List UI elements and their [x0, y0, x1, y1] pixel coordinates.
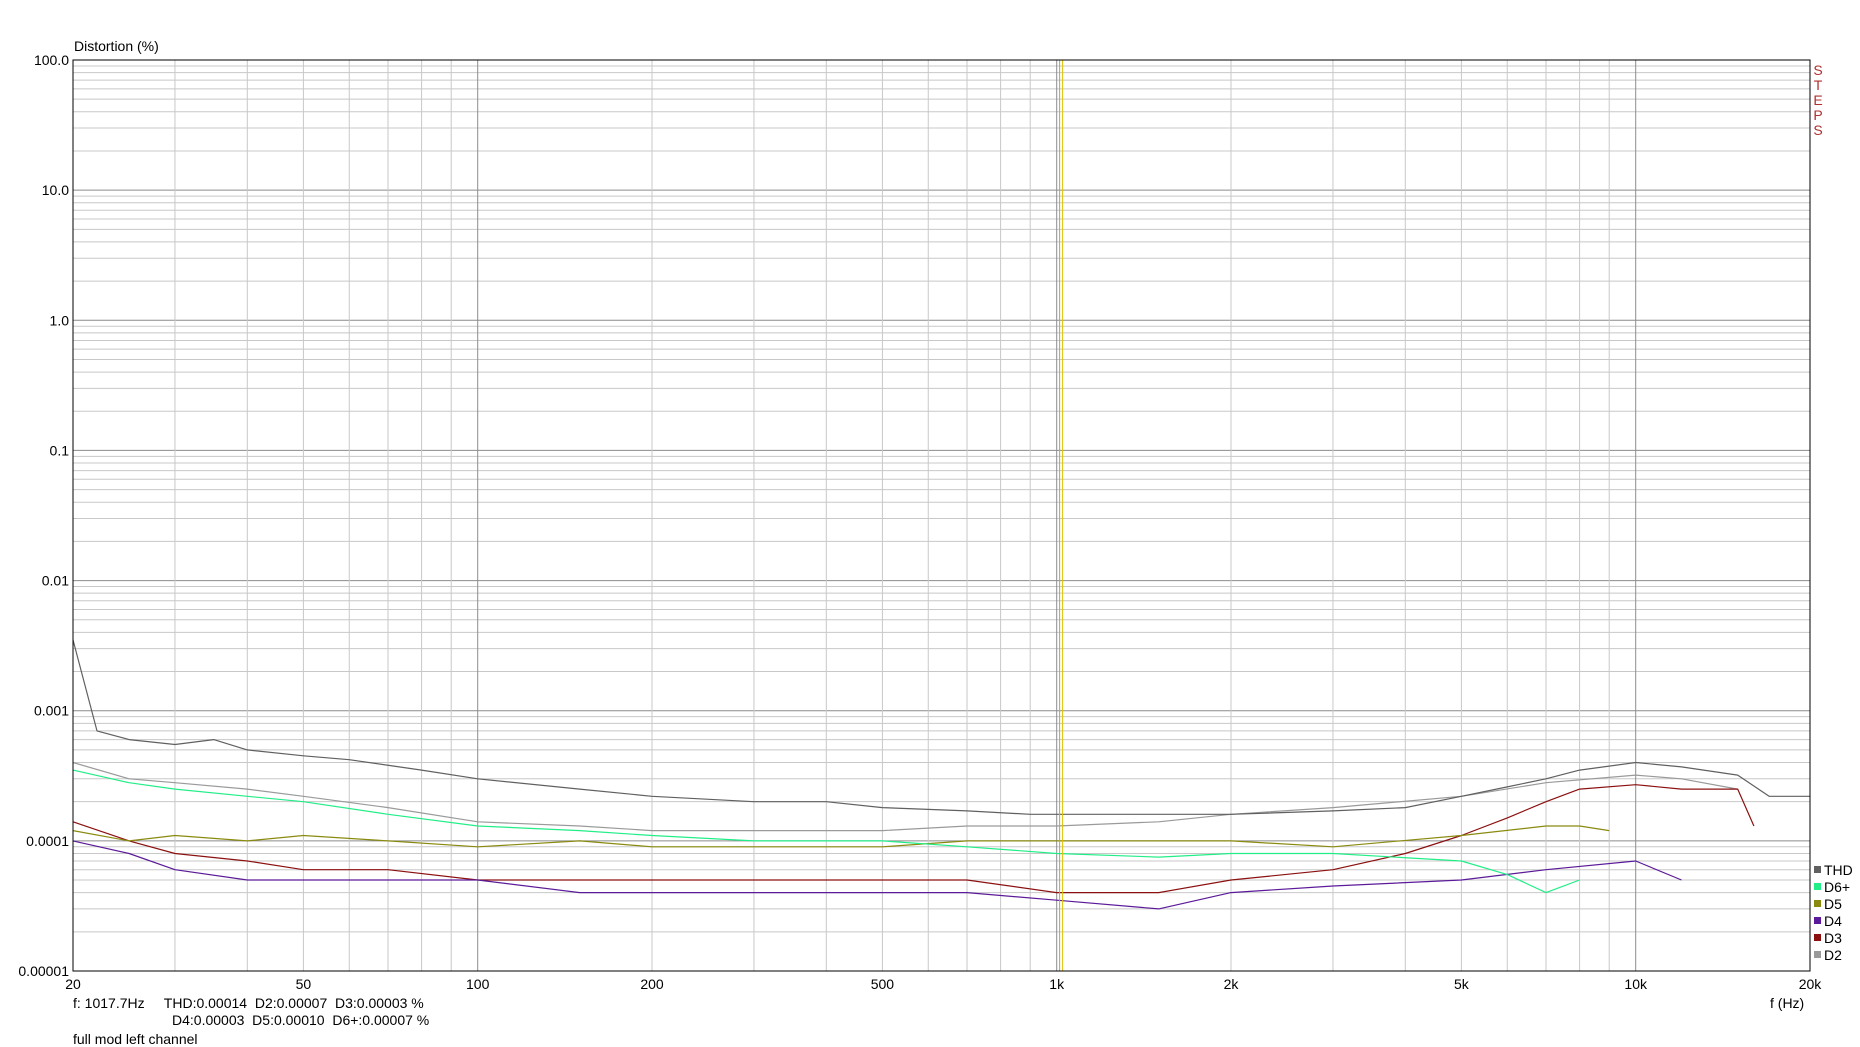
brand-letter: S	[1813, 122, 1822, 138]
y-tick-labels: 100.0 10.0 1.0 0.1 0.01 0.001 0.0001 0.00001	[18, 52, 69, 979]
y-tick-label: 0.00001	[18, 963, 69, 979]
legend-label-D3: D3	[1824, 930, 1842, 946]
y-axis-label: Distortion (%)	[74, 38, 159, 54]
brand-letter: T	[1814, 77, 1823, 93]
x-tick-label: 200	[640, 976, 664, 992]
brand-label: STEPS	[1813, 62, 1822, 138]
x-tick-label: 1k	[1049, 976, 1065, 992]
y-tick-label: 0.01	[42, 573, 69, 589]
series-layer	[72, 639, 1810, 910]
distortion-chart: 100.0 10.0 1.0 0.1 0.01 0.001 0.0001 0.00001 20…	[18, 52, 1853, 992]
brand-letter: P	[1813, 107, 1822, 123]
legend-swatch-D2	[1814, 951, 1821, 958]
x-tick-label: 20	[65, 976, 81, 992]
series-line-D3	[72, 784, 1755, 894]
y-tick-label: 100.0	[34, 52, 69, 68]
series-line-THD	[72, 639, 1810, 815]
x-tick-label: 500	[871, 976, 895, 992]
legend-label-D2: D2	[1824, 947, 1842, 963]
series-line-D2	[72, 761, 1738, 832]
legend-label-D4: D4	[1824, 913, 1842, 929]
plot-border	[72, 59, 1811, 972]
brand-letter: S	[1813, 62, 1822, 78]
x-tick-label: 10k	[1624, 976, 1648, 992]
legend-label-THD: THD	[1824, 862, 1853, 878]
series-line-D4	[72, 840, 1682, 910]
legend-label-D6+: D6+	[1824, 879, 1850, 895]
readout-line-2: D4:0.00003 D5:0.00010 D6+:0.00007 %	[172, 1012, 430, 1028]
legend: THDD6+D5D4D3D2	[1814, 862, 1853, 963]
legend-swatch-D3	[1814, 934, 1821, 941]
x-tick-label: 2k	[1224, 976, 1240, 992]
y-tick-label: 0.1	[50, 442, 70, 458]
x-tick-label: 5k	[1454, 976, 1470, 992]
y-tick-label: 10.0	[42, 182, 69, 198]
x-tick-label: 50	[296, 976, 312, 992]
cursor-layer	[1059, 60, 1064, 971]
x-axis-label: f (Hz)	[1770, 995, 1805, 1011]
x-tick-label: 20k	[1799, 976, 1823, 992]
legend-swatch-D5	[1814, 900, 1821, 907]
brand-letter: E	[1813, 92, 1822, 108]
y-tick-label: 1.0	[50, 312, 70, 328]
legend-swatch-D4	[1814, 917, 1821, 924]
legend-label-D5: D5	[1824, 896, 1842, 912]
legend-swatch-D6+	[1814, 883, 1821, 890]
readout-line-1: f: 1017.7Hz THD:0.00014 D2:0.00007 D3:0.…	[73, 995, 424, 1011]
legend-swatch-THD	[1814, 866, 1821, 873]
x-tick-label: 100	[466, 976, 490, 992]
y-tick-label: 0.001	[34, 703, 69, 719]
grid	[72, 59, 1811, 972]
x-tick-labels: 20 50 100 200 500 1k 2k 5k 10k 20k	[65, 976, 1822, 992]
y-tick-label: 0.0001	[26, 833, 69, 849]
chart-caption: full mod left channel	[73, 1031, 198, 1047]
